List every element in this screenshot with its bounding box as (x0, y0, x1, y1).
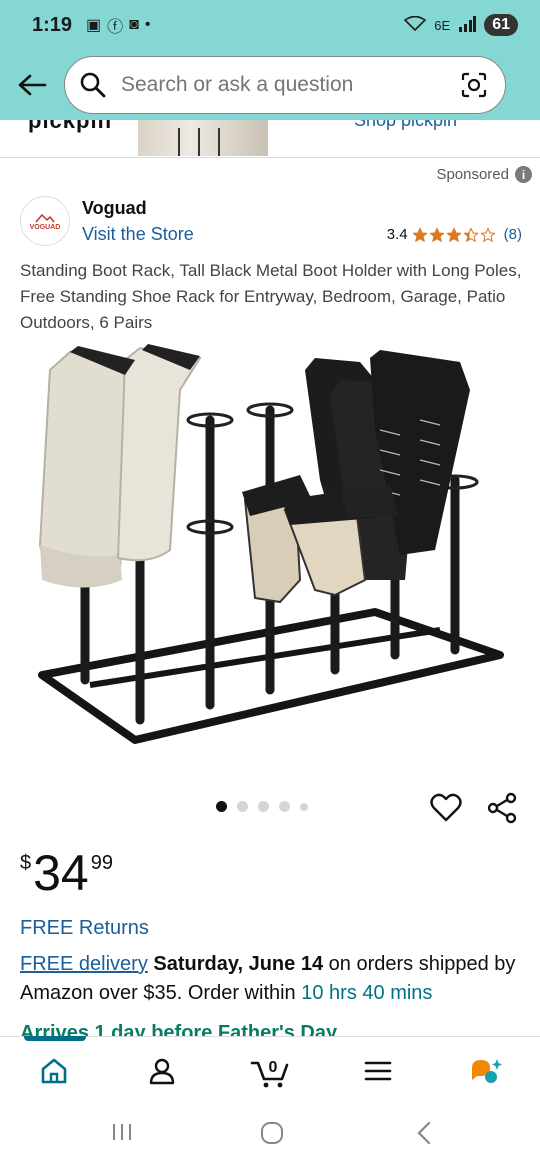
more-notifications-dot-icon: • (144, 16, 151, 33)
delivery-countdown: 10 hrs 40 mins (301, 982, 433, 1004)
ad-shop-link[interactable]: Shop pickpin (354, 120, 457, 131)
nav-active-indicator (24, 1036, 86, 1041)
heart-icon[interactable] (430, 793, 462, 828)
star-icon (412, 227, 427, 242)
brand-logo[interactable]: VOGUAD (20, 196, 70, 246)
wifi-icon (404, 15, 427, 35)
free-delivery-link[interactable]: FREE delivery (20, 953, 148, 975)
brand-row: VOGUAD Voguad Visit the Store 3.4 (8) (20, 196, 522, 248)
rufus-icon[interactable] (456, 1049, 516, 1093)
bottom-navigation: 0 (0, 1036, 540, 1104)
product-image[interactable] (30, 340, 510, 750)
star-icon (429, 227, 444, 242)
search-bar[interactable] (64, 56, 506, 114)
app-notification-icon: ◙ (129, 16, 139, 33)
signal-icon (458, 15, 477, 35)
network-type-label: 6E (434, 17, 451, 33)
back-button-icon[interactable] (412, 1120, 436, 1151)
info-icon[interactable]: i (515, 166, 532, 183)
price: $ 34 99 (20, 846, 113, 900)
status-time: 1:19 (32, 13, 73, 36)
brand-name: Voguad (82, 198, 147, 218)
delivery-date: Saturday, June 14 (153, 953, 324, 975)
rating-summary[interactable]: 3.4 (8) (387, 226, 522, 243)
star-icon (480, 227, 495, 242)
star-icon (446, 227, 461, 242)
facebook-icon: ⓕ (107, 19, 124, 36)
carousel-dot[interactable] (216, 801, 227, 812)
arrives-before-holiday: Arrives 1 day before Father's Day (20, 1022, 338, 1036)
price-whole: 34 (33, 845, 89, 901)
image-carousel-dots[interactable] (216, 801, 308, 812)
home-button-icon[interactable] (259, 1120, 285, 1151)
sponsored-label[interactable]: Sponsored i (436, 166, 532, 183)
carousel-dot[interactable] (279, 801, 290, 812)
delivery-info: FREE delivery Saturday, June 14 on order… (20, 950, 525, 1008)
search-icon (79, 71, 109, 99)
cart-count: 0 (269, 1059, 278, 1076)
star-rating (412, 227, 496, 243)
product-title: Standing Boot Rack, Tall Black Metal Boo… (20, 261, 522, 332)
free-returns-link[interactable]: FREE Returns (20, 917, 149, 940)
rating-count[interactable]: (8) (504, 226, 522, 243)
star-icon (463, 227, 478, 242)
search-header (0, 50, 540, 120)
camera-lens-icon[interactable] (457, 71, 491, 99)
cart-icon[interactable]: 0 (240, 1049, 300, 1093)
share-icon[interactable] (486, 792, 518, 829)
home-icon[interactable] (24, 1049, 84, 1093)
ad-thumbnail-image (138, 120, 268, 156)
back-arrow-icon[interactable] (0, 55, 64, 115)
search-input[interactable] (121, 73, 457, 97)
carousel-dot[interactable] (258, 801, 269, 812)
system-navigation-bar (0, 1104, 540, 1170)
price-currency: $ (20, 852, 32, 874)
menu-icon[interactable] (348, 1049, 408, 1093)
ad-brand-logo: pickpin (28, 120, 113, 133)
visit-store-link[interactable]: Visit the Store (82, 224, 194, 245)
battery-indicator: 61 (484, 14, 518, 36)
screenshot-icon: ▣ (86, 17, 102, 34)
status-bar: 1:19 ▣ ⓕ ◙ • 6E 61 (0, 0, 540, 50)
sponsored-banner-ad[interactable]: pickpin Shop pickpin (0, 120, 540, 158)
recent-apps-icon[interactable] (110, 1120, 134, 1149)
carousel-dot[interactable] (237, 801, 248, 812)
account-icon[interactable] (132, 1049, 192, 1093)
carousel-dot[interactable] (300, 802, 308, 811)
price-fraction: 99 (90, 852, 113, 874)
rating-value: 3.4 (386, 226, 408, 243)
